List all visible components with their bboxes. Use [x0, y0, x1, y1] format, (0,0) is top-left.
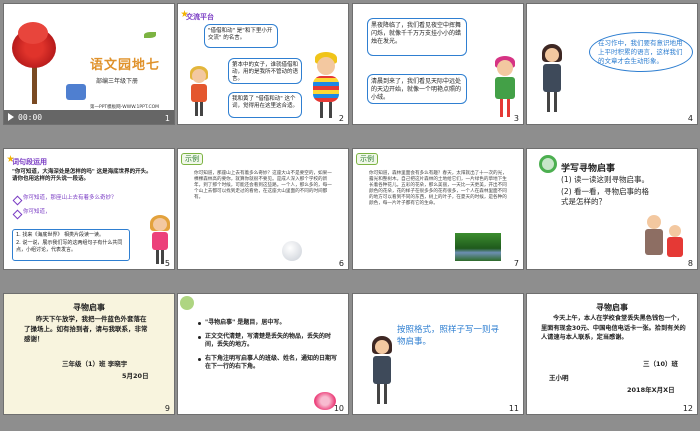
example-text: 你可知道，森林里面会有多么有趣？春天，太阳就出了十一次的光，露光和整树木。自己把…: [369, 171, 507, 206]
slide-number: 6: [338, 259, 344, 268]
slide-10-thumbnail[interactable]: "寻物启事" 是题目，居中写。 正文交代清楚，写清楚是丢失的物品，丢失的时间，丢…: [177, 293, 349, 415]
point-2: 正文交代清楚，写清楚是丢失的物品，丢失的时间，丢失的地方。: [205, 333, 332, 348]
notice-title: 寻物启事: [73, 303, 105, 312]
boy-illustration: [310, 52, 342, 122]
line-2: (2) 看一看，寻物启事的格式是怎样的？: [561, 187, 650, 206]
example-text: 你可知道，那座山上去有着多么奇妙？这座大山不是要空的，如果一棵棵森林高的要你，就…: [194, 171, 332, 200]
forest-photo: [455, 233, 501, 261]
slide-title: 语文园地七: [90, 58, 161, 73]
notice-signature: 三年级（1）班 李晓宇: [62, 360, 128, 368]
kids-illustration: [66, 84, 86, 100]
quote-text: "你可知道，大海深处是怎样的吗" 这是海底世界的开头。请你也用这样的开头说一段话…: [12, 169, 152, 182]
diamond-icon: [12, 209, 23, 220]
flower-decoration: [314, 392, 336, 410]
slide-number: 10: [333, 404, 344, 413]
family-illustration: [643, 209, 693, 265]
notice-date: 2018年X月X日: [627, 386, 675, 394]
task-1: 1. 找来《海底世界》 相类片段读一读。: [16, 232, 104, 238]
point-3: 右下角注明写启事人的班级、姓名，通知的日期写在下一行的右下角。: [205, 355, 338, 370]
slide-number: 8: [687, 259, 693, 268]
slide-4-thumbnail[interactable]: 在习作中，我们要有意识地用上平时积累的语言，这样我们的文章才会生动形象。 4: [526, 3, 698, 125]
speech-bubble-2: 第本中的女子，谁就借借和动，用的是我所不管动的语言。: [228, 58, 302, 84]
speech-bubble-1: 黑夜降临了，我们看见夜空中挥舞闪烁，就像千千万万支挂小小的蜡烛在发光。: [367, 18, 467, 56]
slide-7-thumbnail[interactable]: 示例 你可知道，森林里面会有多么有趣？春天，太阳就出了十一次的光，露光和整树木。…: [352, 148, 524, 270]
notice-name: 王小明: [549, 374, 569, 382]
slide-8-thumbnail[interactable]: 学写寻物启事 (1) 读一读这则寻物启事。 (2) 看一看，寻物启事的格式是怎样…: [526, 148, 698, 270]
slide-number: 9: [164, 404, 170, 413]
slide-9-thumbnail[interactable]: 寻物启事 昨天下午放学，我把一件蓝色外套落在了操场上。如有拾到者，请与我联系，非…: [3, 293, 175, 415]
slide-6-thumbnail[interactable]: 示例 你可知道，那座山上去有着多么奇妙？这座大山不是要空的，如果一棵棵森林高的要…: [177, 148, 349, 270]
leaf-icon: [144, 32, 156, 38]
slide-number: 1: [164, 114, 170, 123]
play-icon[interactable]: [8, 113, 14, 121]
bullet-icon: [198, 322, 201, 325]
notice-body: 今天上午，本人在学校食堂丢失黑色钱包一个，里面有现金30元、中国电信电话卡一张。…: [541, 315, 686, 341]
slide-number: 3: [513, 114, 519, 123]
instruction-text: 按照格式，照样子写一则寻物启事。: [397, 325, 500, 347]
task-box: 1. 找来《海底世界》 相类片段读一读。 2. 说一说，展示我们写的这两组句子有…: [12, 229, 130, 261]
slide-header: 词句段运用: [12, 158, 47, 166]
slide-number: 2: [338, 114, 344, 123]
notice-body: 昨天下午放学，我把一件蓝色外套落在了操场上。如有拾到者，请与我联系，非常感谢！: [24, 315, 148, 343]
magnifier-icon: [539, 155, 557, 173]
bullet-icon: [198, 358, 201, 361]
slide-subtitle: 部编三年级下册: [96, 78, 139, 85]
slide-number: 5: [164, 259, 170, 268]
slide-3-thumbnail[interactable]: 黑夜降临了，我们看见夜空中挥舞闪烁，就像千千万万支挂小小的蜡烛在发光。 清晨到来…: [352, 3, 524, 125]
teacher-illustration: [541, 44, 563, 118]
example-tag: 示例: [181, 153, 203, 165]
slide-header: 交流平台: [186, 13, 214, 21]
boy-illustration: [493, 56, 517, 122]
slide-number: 7: [513, 259, 519, 268]
question-1: 你可知道，那座山上去有着多么奇妙？: [23, 195, 117, 201]
slide-11-thumbnail[interactable]: 按照格式，照样子写一则寻物启事。 11: [352, 293, 524, 415]
speech-bubble-3: 我和黄了 "借借和动" 这个词，觉得用在这里这合适。: [228, 92, 302, 118]
notice-signature: 三（10）班: [643, 360, 679, 368]
slide-2-thumbnail[interactable]: 交流平台 "借借和动" 是"和下里小开交流" 的名言。 第本中的女子，谁就借借和…: [177, 3, 349, 125]
slide-12-thumbnail[interactable]: 寻物启事 今天上午，本人在学校食堂丢失黑色钱包一个，里面有现金30元、中国电信电…: [526, 293, 698, 415]
question-2: 你可知道，: [23, 209, 51, 215]
slide-number: 11: [508, 404, 519, 413]
task-2: 2. 说一说，展示我们写的这两组句子有什么共同点，小组讨论，代表发言。: [16, 240, 123, 253]
line-1: (1) 读一读这则寻物启事。: [561, 175, 650, 184]
slide-number: 12: [682, 404, 693, 413]
snowball-image: [282, 241, 302, 261]
teacher-illustration: [371, 336, 393, 410]
speech-bubble-1: "借借和动" 是"和下里小开交流" 的名言。: [204, 24, 278, 48]
girl-illustration: [188, 66, 210, 124]
notice-title: 寻物启事: [596, 303, 628, 312]
slide-title: 学写寻物启事: [561, 164, 616, 174]
tree-illustration: [10, 22, 60, 104]
decor-icon: [180, 296, 194, 310]
slide-5-thumbnail[interactable]: 词句段运用 "你可知道，大海深处是怎样的吗" 这是海底世界的开头。请你也用这样的…: [3, 148, 175, 270]
speech-bubble: 在习作中，我们要有意识地用上平时积累的语言，这样我们的文章才会生动形象。: [589, 32, 693, 72]
point-1: "寻物启事" 是题目，居中写。: [205, 319, 286, 326]
example-tag: 示例: [356, 153, 378, 165]
diamond-icon: [12, 195, 23, 206]
slide-number: 4: [687, 114, 693, 123]
notice-date: 5月20日: [122, 372, 149, 380]
playback-time: 00:00: [18, 113, 43, 122]
speech-bubble-2: 清晨到来了，我们看见天际中远处的天边开始，就像一个明艳点照的小绒。: [367, 74, 467, 104]
bullet-icon: [198, 336, 201, 339]
slide-1-thumbnail[interactable]: 语文园地七 部编三年级下册 第一PPT模板网-WWW.1PPT.COM 00:0…: [3, 3, 175, 125]
